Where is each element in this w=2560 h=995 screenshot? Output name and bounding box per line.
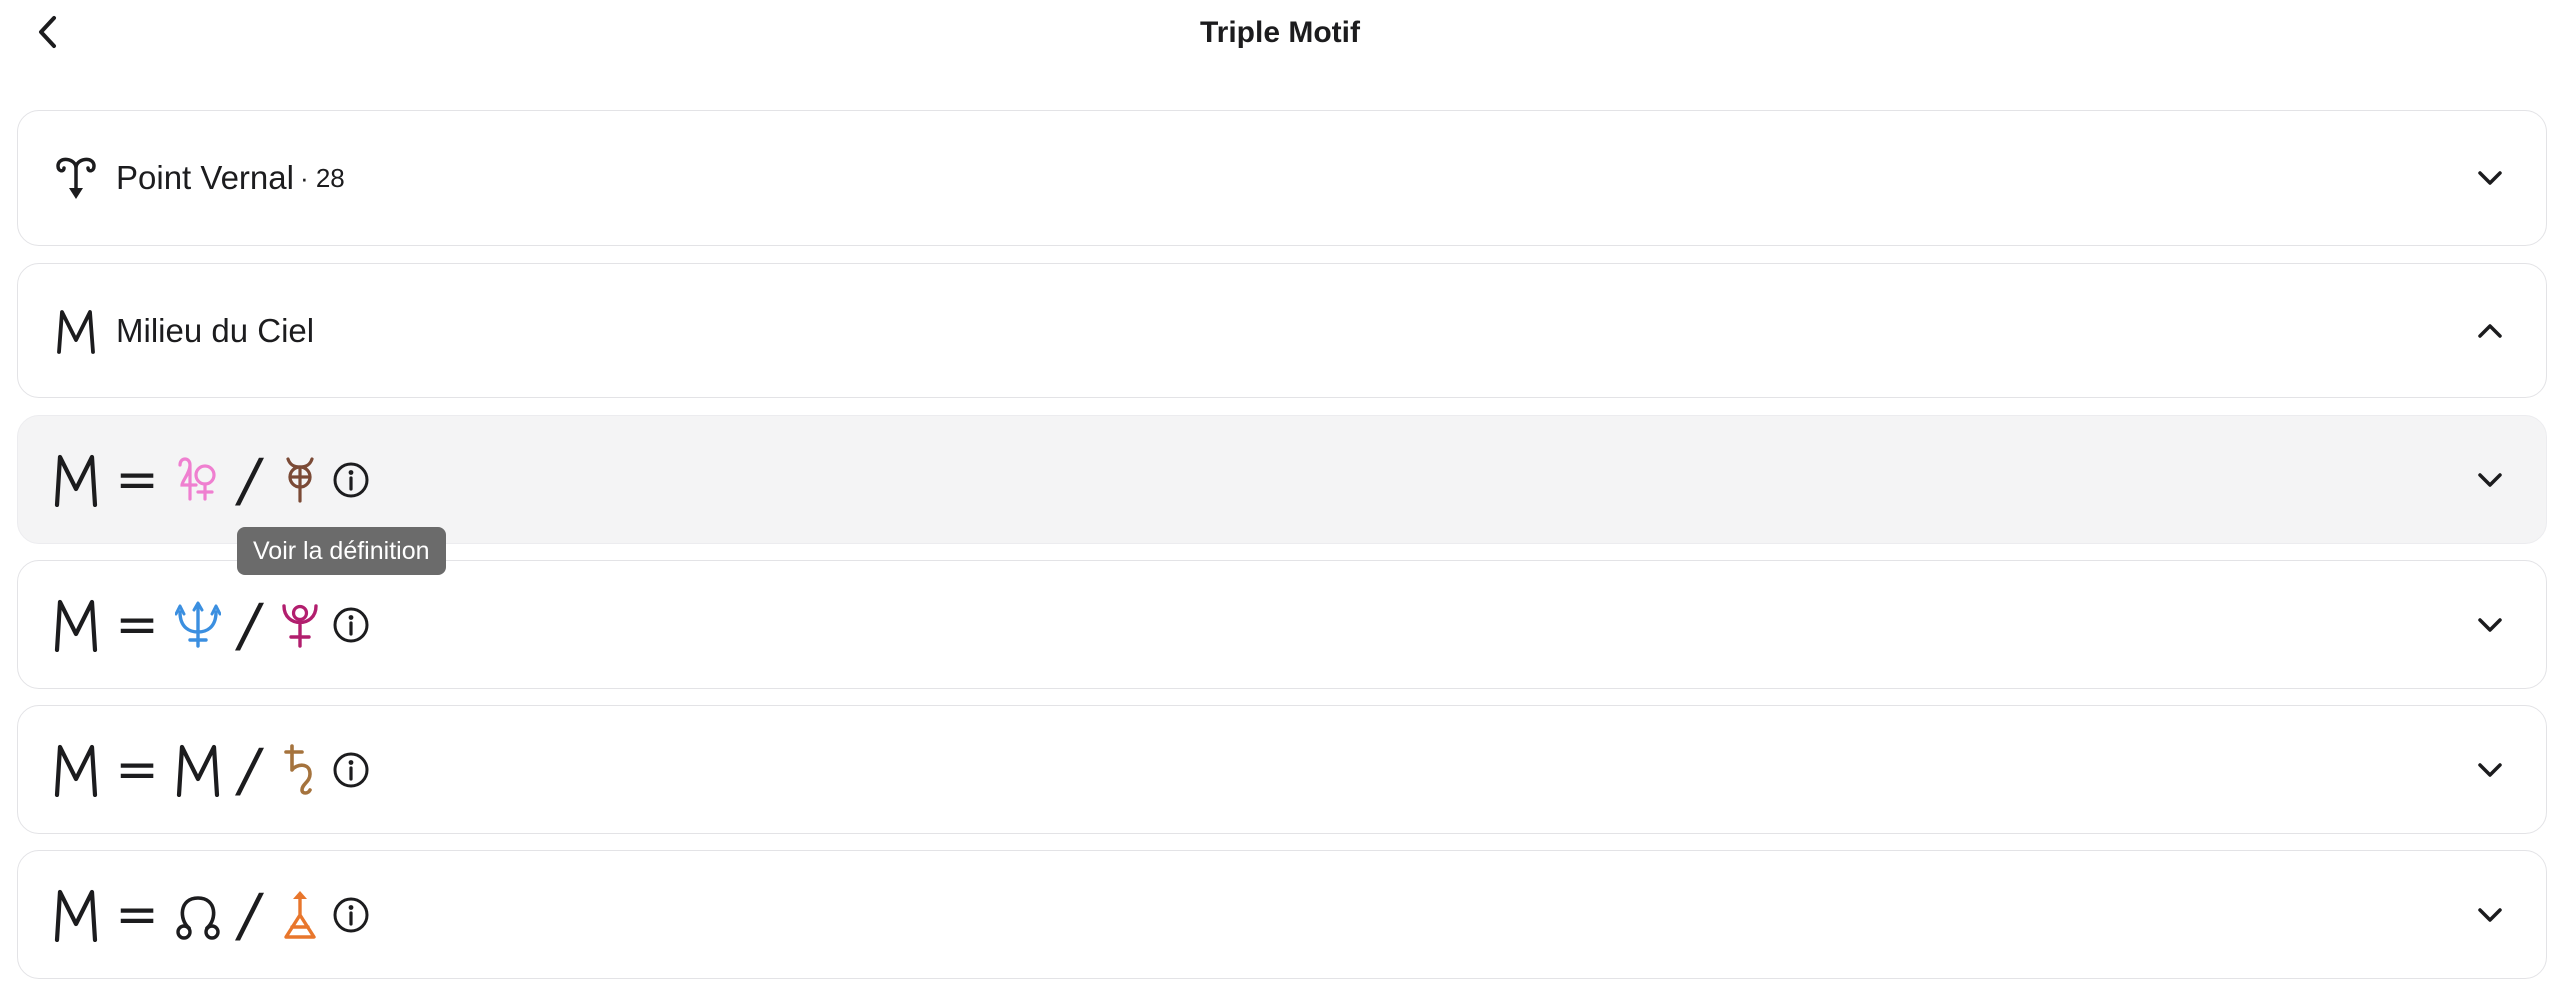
info-button[interactable]	[330, 604, 372, 646]
formula-row[interactable]: = /	[17, 415, 2547, 544]
info-icon	[333, 462, 369, 497]
formula: = /	[48, 851, 372, 978]
midheaven-icon	[48, 450, 104, 510]
equals-sign: =	[115, 884, 159, 945]
chevron-down-icon[interactable]	[2474, 464, 2506, 496]
page-title: Triple Motif	[1200, 16, 1360, 49]
section-header: Milieu du Ciel	[50, 264, 314, 397]
section-count: · 28	[299, 163, 345, 193]
formula-row[interactable]: = /	[17, 705, 2547, 834]
separator-slash: /	[239, 880, 259, 949]
chevron-up-icon[interactable]	[2474, 315, 2506, 347]
info-button[interactable]	[330, 894, 372, 936]
north-node-icon	[170, 885, 226, 945]
formula: = /	[48, 706, 372, 833]
section-label: Point Vernal	[116, 159, 294, 196]
chevron-down-icon[interactable]	[2474, 899, 2506, 931]
equals-sign: =	[115, 594, 159, 655]
info-icon	[333, 607, 369, 642]
chevron-down-icon[interactable]	[2474, 162, 2506, 194]
section-header: Point Vernal · 28	[50, 111, 345, 245]
midheaven-icon	[50, 308, 102, 354]
section-milieu-du-ciel[interactable]: Milieu du Ciel	[17, 263, 2547, 398]
formula-row[interactable]: = /	[17, 850, 2547, 979]
info-icon	[333, 897, 369, 932]
midheaven-icon	[48, 885, 104, 945]
aries-point-icon	[50, 154, 102, 202]
chevron-down-icon[interactable]	[2474, 609, 2506, 641]
midheaven-icon	[48, 740, 104, 800]
info-button[interactable]	[330, 459, 372, 501]
formula-row[interactable]: = /	[17, 560, 2547, 689]
saturn-icon	[272, 740, 328, 800]
neptune-icon	[170, 595, 226, 655]
section-label: Milieu du Ciel	[116, 311, 315, 349]
vertex-arrow-icon	[272, 885, 328, 945]
midheaven-icon	[48, 595, 104, 655]
equals-sign: =	[115, 449, 159, 510]
info-icon	[333, 752, 369, 787]
info-button[interactable]	[330, 749, 372, 791]
separator-slash: /	[239, 445, 259, 514]
chevron-down-icon[interactable]	[2474, 754, 2506, 786]
separator-slash: /	[239, 735, 259, 804]
vulcan-icon	[272, 450, 328, 510]
pluto-icon	[272, 595, 328, 655]
venus-jupiter-icon	[170, 450, 226, 510]
section-point-vernal[interactable]: Point Vernal · 28	[17, 110, 2547, 246]
separator-slash: /	[239, 590, 259, 659]
formula: = /	[48, 561, 372, 688]
midheaven-icon	[170, 740, 226, 800]
formula: = /	[48, 416, 372, 543]
top-bar: Triple Motif	[0, 0, 2560, 68]
definition-tooltip: Voir la définition	[237, 527, 446, 575]
equals-sign: =	[115, 739, 159, 800]
